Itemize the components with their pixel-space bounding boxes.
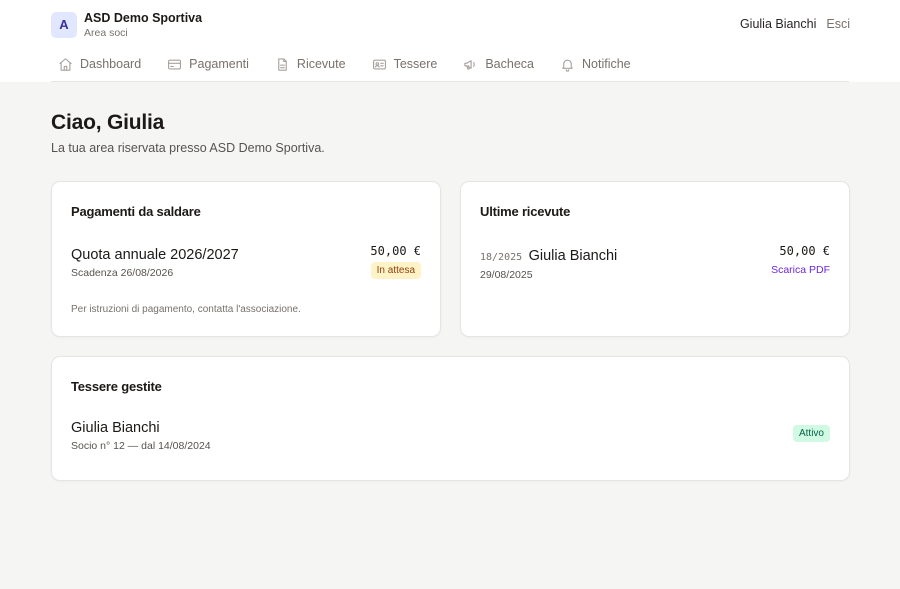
nav-item-tessere[interactable]: Tessere [365,46,445,82]
receipt-amount: 50,00 € [779,244,830,258]
payment-item: Quota annuale 2026/2027 Scadenza 26/08/2… [71,247,239,279]
payment-note: Per istruzioni di pagamento, contatta l'… [71,304,301,315]
file-icon [278,57,287,71]
nav-item-bacheca[interactable]: Bacheca [456,46,541,82]
id-card-icon [372,59,386,69]
user-area: Giulia Bianchi Esci [740,17,850,31]
app-name: ASD Demo Sportiva [84,11,203,25]
brand: A ASD Demo Sportiva Area soci [51,11,202,38]
home-icon [59,57,72,71]
status-badge: In attesa [370,262,421,279]
nav-item-ricevute[interactable]: Ricevute [268,46,353,82]
nav-item-dashboard[interactable]: Dashboard [51,46,148,82]
card-title: Ultime ricevute [480,204,571,219]
bell-icon [562,59,573,72]
nav-item-notifiche[interactable]: Notifiche [553,46,638,82]
payment-title: Quota annuale 2026/2027 [71,247,239,263]
card-title: Tessere gestite [71,379,162,394]
main-content: Ciao, Giulia La tua area riservata press… [51,111,850,155]
credit-card-icon [168,59,182,69]
nav-label: Notifiche [582,57,631,71]
receipt-name: Giulia Bianchi [528,248,618,264]
app-header: A ASD Demo Sportiva Area soci Giulia Bia… [0,0,900,82]
member-name: Giulia Bianchi [71,420,160,436]
receipt-number: 18/2025 [480,252,523,263]
user-name: Giulia Bianchi [739,17,817,31]
nav-item-pagamenti[interactable]: Pagamenti [160,46,256,82]
logo: A [51,11,77,38]
card-title: Pagamenti da saldare [71,204,201,219]
member-details: Socio n° 12 — dal 14/08/2024 [71,440,211,452]
receipt-item: 18/2025 Giulia Bianchi 29/08/2025 [480,247,617,281]
membership-cards-card: Tessere gestite Giulia Bianchi Socio n° … [51,356,850,481]
payment-due: Scadenza 26/08/2026 [71,267,174,279]
page-title: Ciao, Giulia [51,111,165,134]
receipts-card: Ultime ricevute 18/2025 Giulia Bianchi 2… [460,181,850,337]
receipt-date: 29/08/2025 [480,269,533,281]
nav-label: Pagamenti [189,57,249,71]
logout-link[interactable]: Esci [826,17,850,31]
payments-card: Pagamenti da saldare Quota annuale 2026/… [51,181,441,337]
nav-label: Bacheca [485,57,534,71]
status-badge: Attivo [792,425,830,442]
nav-label: Ricevute [296,57,346,71]
membership-item: Giulia Bianchi Socio n° 12 — dal 14/08/2… [71,420,211,452]
nav-label: Tessere [393,57,438,71]
payment-amount: 50,00 € [370,244,421,258]
main-nav: Dashboard Pagamenti Ricevute Tessere Bac… [51,46,849,82]
page-subtitle: La tua area riservata presso ASD Demo Sp… [51,141,325,155]
download-pdf-link[interactable]: Scarica PDF [771,264,830,276]
app-subtitle: Area soci [84,26,128,39]
nav-label: Dashboard [80,57,142,71]
megaphone-icon [464,59,476,69]
